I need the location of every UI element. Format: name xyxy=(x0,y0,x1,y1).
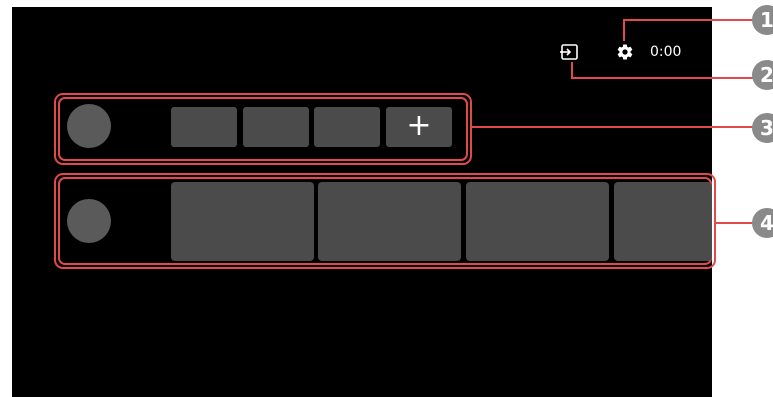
add-app-button[interactable]: + xyxy=(386,107,452,147)
callout-line-3 xyxy=(472,126,755,128)
callout-line-1 xyxy=(623,19,755,21)
callout-badge-1: 1 xyxy=(752,5,773,35)
content-tile[interactable] xyxy=(171,182,314,261)
app-tile[interactable] xyxy=(243,107,309,147)
gear-icon[interactable] xyxy=(616,43,634,61)
input-source-icon[interactable] xyxy=(560,42,580,62)
callout-line-2 xyxy=(571,77,755,79)
callout-line-1 xyxy=(623,19,625,41)
source-avatar[interactable] xyxy=(67,199,111,243)
app-tile[interactable] xyxy=(314,107,380,147)
app-tile[interactable] xyxy=(171,107,237,147)
callout-badge-4: 4 xyxy=(752,208,773,238)
callout-line-4 xyxy=(716,222,755,224)
content-tile[interactable] xyxy=(318,182,461,261)
profile-avatar[interactable] xyxy=(67,104,111,148)
callout-badge-2: 2 xyxy=(752,60,773,90)
clock: 0:00 xyxy=(650,44,682,60)
callout-badge-3: 3 xyxy=(752,113,773,143)
content-tile[interactable] xyxy=(466,182,609,261)
content-tile[interactable] xyxy=(614,182,712,261)
